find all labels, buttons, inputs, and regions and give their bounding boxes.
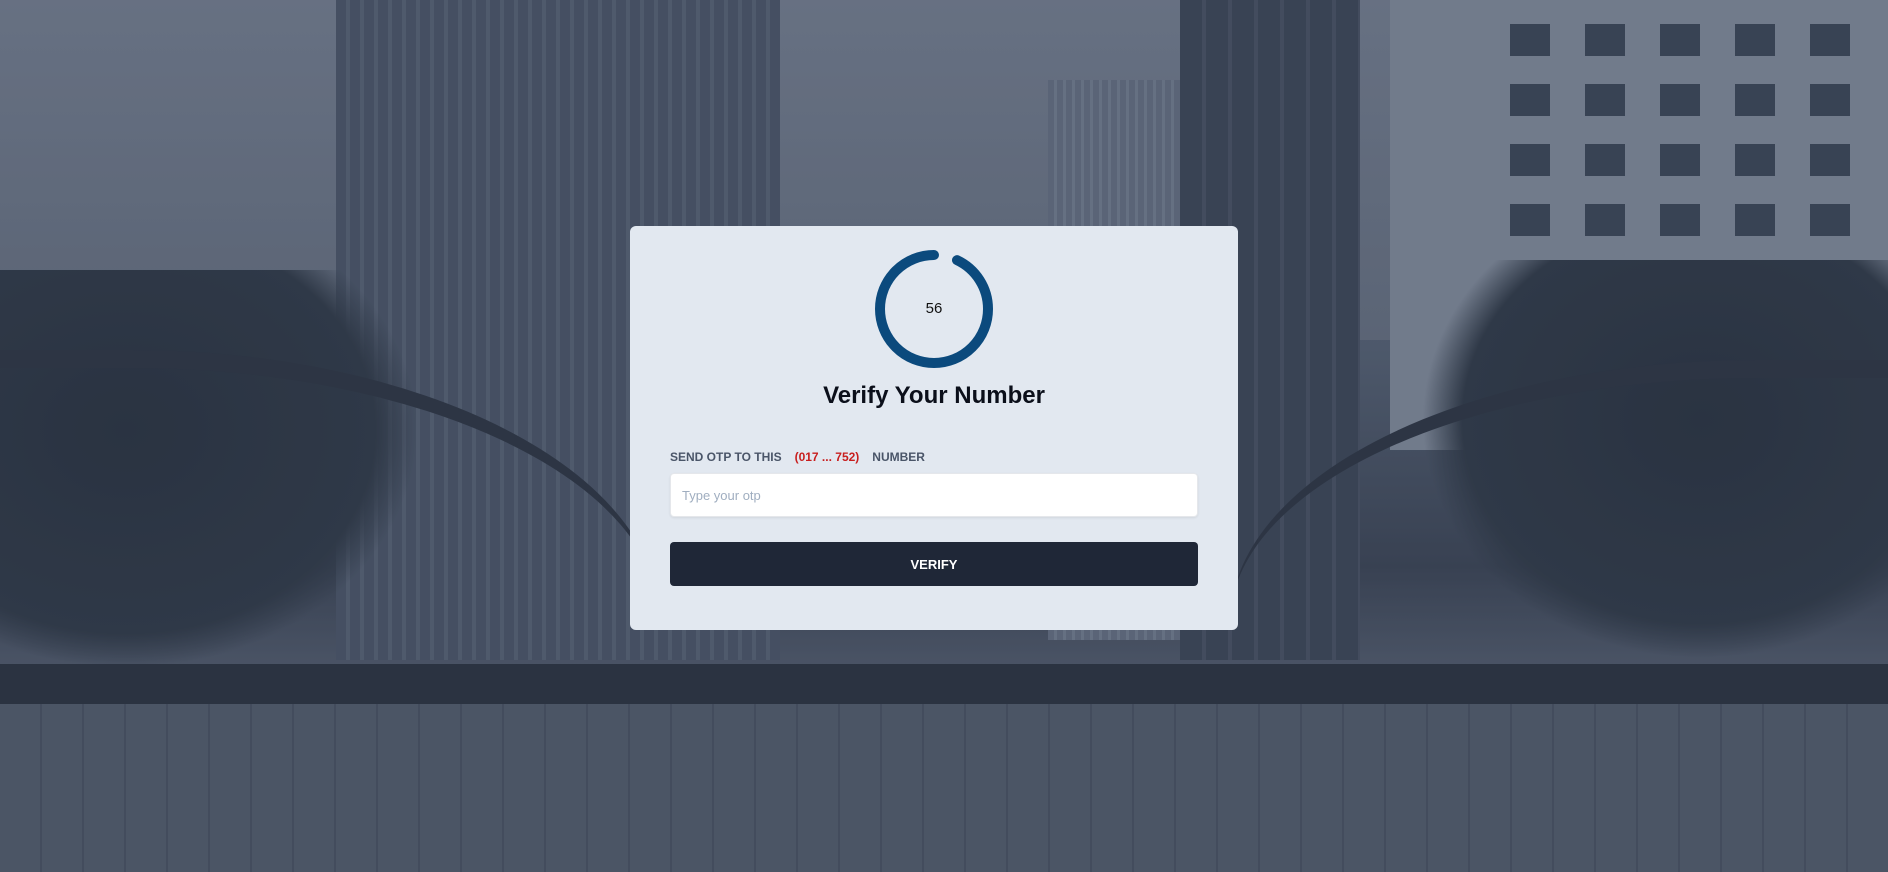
otp-label-suffix: NUMBER (872, 450, 925, 464)
otp-label-prefix: SEND OTP TO THIS (670, 450, 782, 464)
masked-phone-number: (017 ... 752) (794, 450, 860, 464)
otp-input[interactable] (670, 473, 1198, 517)
countdown-timer: 56 (874, 249, 994, 369)
verify-button[interactable]: VERIFY (670, 542, 1198, 586)
page-title: Verify Your Number (823, 382, 1045, 409)
countdown-value: 56 (925, 300, 943, 317)
otp-label: SEND OTP TO THIS (017 ... 752) NUMBER (670, 450, 925, 464)
verify-card: 56 Verify Your Number SEND OTP TO THIS (0… (630, 226, 1238, 630)
